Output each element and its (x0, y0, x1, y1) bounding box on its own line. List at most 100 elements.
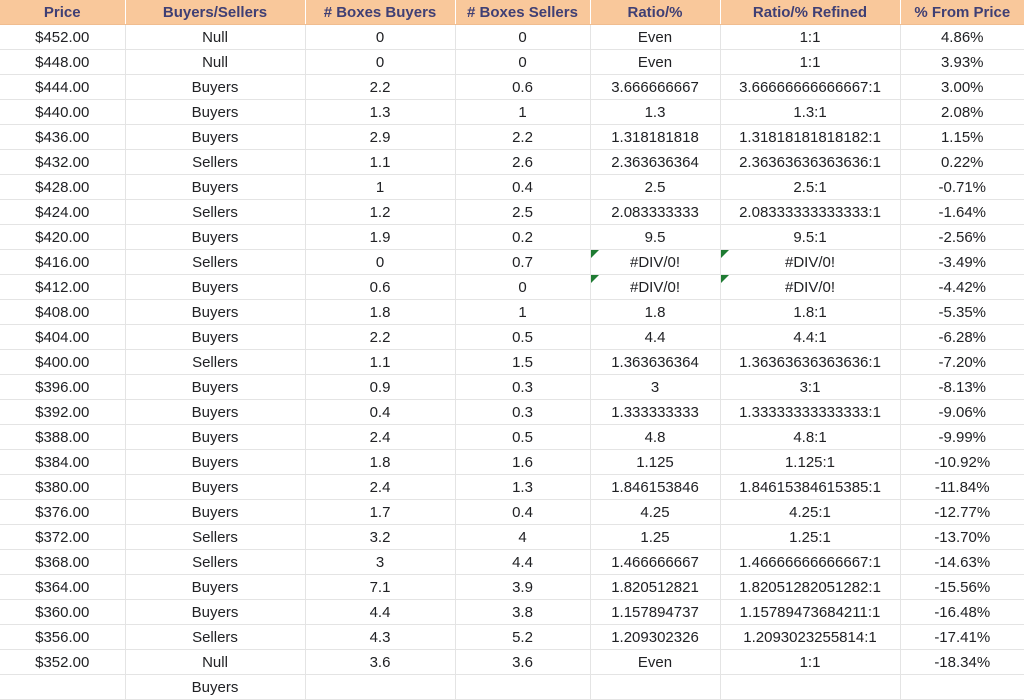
cell-boxbuy[interactable]: 3.2 (305, 524, 456, 550)
cell-ratio[interactable]: #DIV/0! (590, 274, 721, 300)
cell-pct[interactable]: -15.56% (900, 574, 1024, 600)
cell-price[interactable]: $452.00 (0, 24, 126, 50)
cell-pct[interactable]: -0.71% (900, 174, 1024, 200)
cell-pct[interactable]: -4.42% (900, 274, 1024, 300)
cell-boxbuy[interactable]: 1.1 (305, 349, 456, 375)
cell-buyers-sellers[interactable]: Sellers (125, 549, 306, 575)
cell-boxsell[interactable]: 0 (455, 49, 591, 75)
cell-boxbuy[interactable]: 3.6 (305, 649, 456, 675)
cell-price[interactable]: $432.00 (0, 149, 126, 175)
cell-pct[interactable]: -11.84% (900, 474, 1024, 500)
cell-buyers-sellers[interactable]: Null (125, 49, 306, 75)
column-header-price[interactable]: Price (0, 0, 126, 25)
cell-price[interactable]: $368.00 (0, 549, 126, 575)
cell-pct[interactable]: -3.49% (900, 249, 1024, 275)
cell-boxbuy[interactable]: 3 (305, 549, 456, 575)
cell-ratioref[interactable]: 2.08333333333333:1 (720, 199, 901, 225)
cell-price[interactable]: $448.00 (0, 49, 126, 75)
cell-boxsell[interactable]: 0.2 (455, 224, 591, 250)
cell-boxbuy[interactable]: 1.1 (305, 149, 456, 175)
cell-boxsell[interactable]: 0.6 (455, 74, 591, 100)
cell-pct[interactable]: 4.86% (900, 24, 1024, 50)
column-header-boxbuy[interactable]: # Boxes Buyers (305, 0, 456, 25)
cell-buyers-sellers[interactable]: Sellers (125, 249, 306, 275)
cell-buyers-sellers[interactable]: Buyers (125, 499, 306, 525)
cell-boxsell[interactable]: 0.3 (455, 399, 591, 425)
cell-boxsell[interactable]: 3.9 (455, 574, 591, 600)
cell-boxbuy[interactable]: 7.1 (305, 574, 456, 600)
cell-price[interactable]: $356.00 (0, 624, 126, 650)
column-header-pct[interactable]: % From Price (900, 0, 1024, 25)
cell-price[interactable]: $416.00 (0, 249, 126, 275)
cell-price[interactable]: $408.00 (0, 299, 126, 325)
cell-boxsell[interactable]: 1.6 (455, 449, 591, 475)
cell-boxbuy[interactable]: 2.2 (305, 74, 456, 100)
cell-pct[interactable]: -18.34% (900, 649, 1024, 675)
cell-buyers-sellers[interactable]: Buyers (125, 474, 306, 500)
column-header-boxsell[interactable]: # Boxes Sellers (455, 0, 591, 25)
cell-boxsell[interactable]: 0 (455, 24, 591, 50)
cell-pct[interactable]: -7.20% (900, 349, 1024, 375)
cell-ratio[interactable]: 1.8 (590, 299, 721, 325)
cell-ratioref[interactable]: #DIV/0! (720, 249, 901, 275)
cell-boxbuy[interactable]: 0 (305, 24, 456, 50)
cell-ratio[interactable]: 1.157894737 (590, 599, 721, 625)
cell-pct[interactable]: -8.13% (900, 374, 1024, 400)
cell-ratio[interactable]: 2.5 (590, 174, 721, 200)
cell-ratio[interactable]: 4.25 (590, 499, 721, 525)
cell-buyers-sellers[interactable]: Buyers (125, 299, 306, 325)
cell-boxsell[interactable]: 2.5 (455, 199, 591, 225)
cell-boxsell[interactable]: 3.8 (455, 599, 591, 625)
cell-ratio[interactable]: 1.209302326 (590, 624, 721, 650)
cell-ratioref[interactable]: 1.36363636363636:1 (720, 349, 901, 375)
cell-ratioref[interactable]: 1.31818181818182:1 (720, 124, 901, 150)
cell-pct[interactable]: -1.64% (900, 199, 1024, 225)
cell-boxsell[interactable]: 2.2 (455, 124, 591, 150)
cell-boxbuy[interactable]: 1.9 (305, 224, 456, 250)
cell-boxsell[interactable]: 0.4 (455, 174, 591, 200)
cell-ratio[interactable]: Even (590, 649, 721, 675)
cell-ratio[interactable]: 2.363636364 (590, 149, 721, 175)
cell-ratio[interactable]: Even (590, 49, 721, 75)
cell-price[interactable]: $420.00 (0, 224, 126, 250)
cell-buyers-sellers[interactable]: Buyers (125, 424, 306, 450)
cell-price[interactable]: $436.00 (0, 124, 126, 150)
cell-boxsell[interactable]: 0.5 (455, 324, 591, 350)
cell-boxsell[interactable]: 3.6 (455, 649, 591, 675)
cell-buyers-sellers[interactable]: Buyers (125, 374, 306, 400)
cell-pct[interactable]: -16.48% (900, 599, 1024, 625)
cell-ratioref[interactable]: 2.36363636363636:1 (720, 149, 901, 175)
cell-ratioref[interactable]: 3.66666666666667:1 (720, 74, 901, 100)
cell-boxbuy[interactable]: 1 (305, 174, 456, 200)
cell-ratioref[interactable]: 3:1 (720, 374, 901, 400)
cell-ratio[interactable]: Even (590, 24, 721, 50)
cell-buyers-sellers[interactable]: Buyers (125, 449, 306, 475)
cell-ratioref[interactable] (720, 674, 901, 700)
cell-buyers-sellers[interactable]: Sellers (125, 524, 306, 550)
cell-pct[interactable]: -9.99% (900, 424, 1024, 450)
cell-ratioref[interactable]: 4.8:1 (720, 424, 901, 450)
cell-boxbuy[interactable]: 0.6 (305, 274, 456, 300)
cell-ratio[interactable]: 1.846153846 (590, 474, 721, 500)
cell-buyers-sellers[interactable]: Null (125, 24, 306, 50)
cell-buyers-sellers[interactable]: Buyers (125, 99, 306, 125)
cell-buyers-sellers[interactable]: Buyers (125, 599, 306, 625)
cell-boxbuy[interactable]: 1.8 (305, 299, 456, 325)
cell-boxsell[interactable] (455, 674, 591, 700)
cell-boxbuy[interactable]: 2.2 (305, 324, 456, 350)
cell-boxbuy[interactable]: 1.7 (305, 499, 456, 525)
cell-price[interactable]: $400.00 (0, 349, 126, 375)
cell-buyers-sellers[interactable]: Sellers (125, 149, 306, 175)
cell-boxsell[interactable]: 0.5 (455, 424, 591, 450)
cell-boxbuy[interactable]: 1.8 (305, 449, 456, 475)
cell-ratioref[interactable]: #DIV/0! (720, 274, 901, 300)
cell-ratio[interactable]: 1.3 (590, 99, 721, 125)
cell-pct[interactable]: 3.00% (900, 74, 1024, 100)
cell-buyers-sellers[interactable]: Buyers (125, 674, 306, 700)
cell-ratio[interactable]: 1.125 (590, 449, 721, 475)
cell-pct[interactable]: -2.56% (900, 224, 1024, 250)
cell-boxsell[interactable]: 0.7 (455, 249, 591, 275)
cell-buyers-sellers[interactable]: Sellers (125, 199, 306, 225)
cell-boxsell[interactable]: 1 (455, 299, 591, 325)
cell-ratioref[interactable]: 1.125:1 (720, 449, 901, 475)
